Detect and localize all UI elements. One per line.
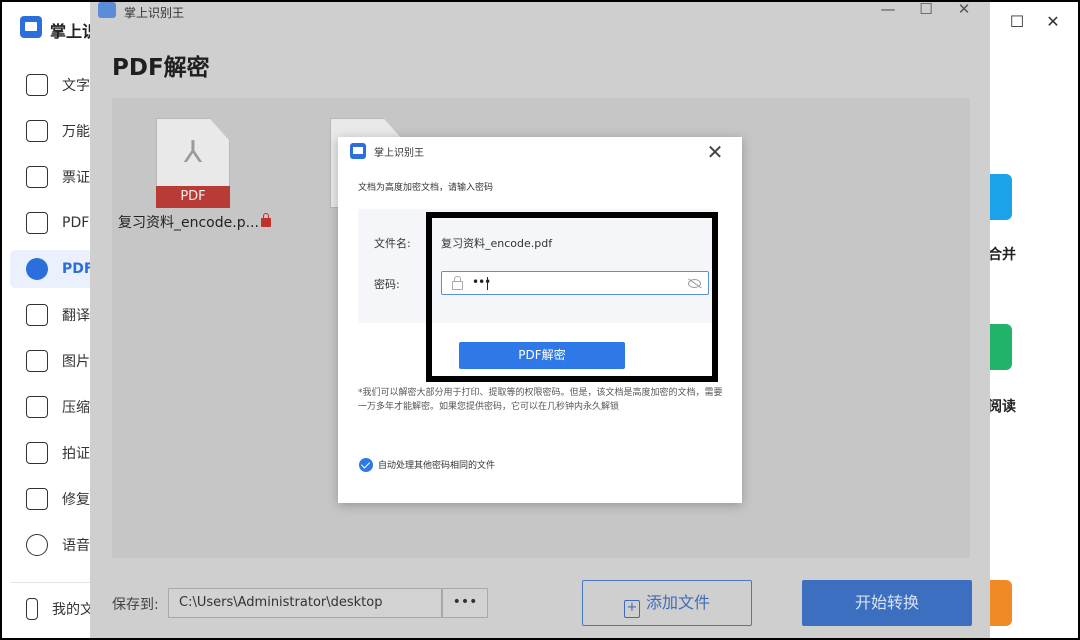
text-icon: [26, 74, 48, 96]
save-path-field[interactable]: C:\Users\Administrator\desktop: [168, 588, 442, 618]
sidebar-item-label: PDF: [62, 215, 90, 231]
translate-tool-icon[interactable]: [990, 580, 1012, 626]
file-name: 复习资料_encode.p...: [118, 212, 271, 232]
file-item[interactable]: ⅄ PDF 复习资料_encode.p...: [118, 98, 271, 231]
app-logo-icon: [98, 2, 116, 18]
sidebar-item-label: 拍证: [62, 446, 90, 462]
pdf-window-titlebar: 掌上识别王 — ☐ ✕: [90, 2, 990, 24]
maximize-icon[interactable]: ☐: [914, 2, 938, 22]
pdf-acrobat-icon: [26, 258, 48, 280]
password-form: 文件名: 复习资料_encode.pdf 密码: •••: [358, 209, 716, 323]
start-convert-button[interactable]: 开始转换: [802, 580, 972, 626]
app-logo-icon: [20, 16, 42, 38]
pdf-window-title: 掌上识别王: [124, 6, 185, 20]
password-dialog: 掌上识别王 ✕ 文档为高度加密文档，请输入密码 文件名: 复习资料_encode…: [338, 137, 742, 503]
auto-process-checkbox[interactable]: [359, 458, 373, 472]
audio-icon: [26, 534, 48, 556]
tools-panel: 合并 阅读: [988, 134, 1060, 454]
minimize-icon[interactable]: —: [876, 2, 900, 22]
dialog-title: 掌上识别王: [374, 148, 424, 159]
repair-icon: [26, 488, 48, 510]
ticket-icon: [26, 166, 48, 188]
decrypt-note: *我们可以解密大部分用于打印、提取等的权限密码。但是，该文档是高度加密的文档，需…: [358, 388, 723, 412]
compress-icon: [26, 396, 48, 418]
lock-icon: [260, 213, 271, 227]
file-type-band: PDF: [156, 186, 230, 208]
sidebar-item-label: PDF: [62, 261, 94, 277]
sidebar-item-label: 我的文: [52, 602, 94, 618]
text-caret: [487, 277, 488, 290]
sidebar-item-label: 文字: [62, 78, 90, 94]
tool-label: 阅读: [988, 399, 1016, 415]
file-name-text: 复习资料_encode.p...: [118, 215, 259, 231]
sidebar-item-text[interactable]: 文字: [10, 66, 94, 104]
sidebar-item-audio[interactable]: 语音: [10, 526, 94, 564]
scan-icon: [26, 120, 48, 142]
close-icon[interactable]: ✕: [704, 141, 726, 163]
image-icon: [26, 350, 48, 372]
read-icon[interactable]: [990, 324, 1012, 370]
browse-button[interactable]: •••: [442, 588, 488, 618]
sidebar-item-pdf[interactable]: PDF: [10, 204, 94, 242]
password-label: 密码:: [374, 278, 400, 291]
sidebar-item-label: 翻译: [62, 308, 90, 324]
filename-label: 文件名:: [374, 237, 411, 250]
sidebar-item-label: 语音: [62, 538, 90, 554]
sidebar-item-label: 压缩: [62, 400, 90, 416]
sidebar-item-my-files[interactable]: 我的文: [10, 590, 94, 628]
sidebar: 文字 万能 票证 PDF PDF 翻译 图片 压缩 拍证 修复 语音 我的文: [2, 54, 94, 638]
sidebar-item-repair[interactable]: 修复: [10, 480, 94, 518]
lock-icon: [452, 276, 463, 290]
close-icon[interactable]: ✕: [1040, 10, 1066, 34]
dialog-hint: 文档为高度加密文档，请输入密码: [358, 183, 494, 193]
sidebar-item-compress[interactable]: 压缩: [10, 388, 94, 426]
sidebar-divider: [10, 582, 94, 583]
tool-label: 合并: [988, 247, 1016, 263]
filename-value: 复习资料_encode.pdf: [441, 237, 553, 250]
sidebar-item-label: 图片: [62, 354, 90, 370]
sidebar-item-id-photo[interactable]: 拍证: [10, 434, 94, 472]
close-icon[interactable]: ✕: [952, 2, 976, 22]
sidebar-item-label: 万能: [62, 124, 90, 140]
save-to-label: 保存到:: [112, 597, 159, 613]
sidebar-item-translate[interactable]: 翻译: [10, 296, 94, 334]
merge-icon[interactable]: [990, 174, 1012, 220]
translate-icon: [26, 304, 48, 326]
decrypt-button[interactable]: PDF解密: [459, 342, 625, 369]
password-input[interactable]: •••: [441, 271, 709, 295]
add-file-button[interactable]: + 添加文件: [582, 580, 752, 626]
sidebar-item-ticket[interactable]: 票证: [10, 158, 94, 196]
acrobat-icon: ⅄: [183, 135, 203, 170]
add-file-label: 添加文件: [645, 593, 710, 612]
sidebar-item-label: 修复: [62, 492, 90, 508]
screen: 掌上识 ☐ ✕ 文字 万能 票证 PDF PDF 翻译 图片 压缩 拍证 修复 …: [2, 2, 1078, 638]
id-photo-icon: [26, 442, 48, 464]
tools-panel-2: [990, 538, 1060, 638]
sidebar-item-scan[interactable]: 万能: [10, 112, 94, 150]
sidebar-item-image[interactable]: 图片: [10, 342, 94, 380]
maximize-icon[interactable]: ☐: [1004, 10, 1030, 34]
sidebar-item-pdf-active[interactable]: PDF: [10, 250, 94, 288]
eye-off-icon[interactable]: [688, 279, 701, 288]
sidebar-item-label: 票证: [62, 170, 90, 186]
page-title: PDF解密: [112, 55, 210, 81]
document-icon: [26, 598, 38, 620]
app-logo-icon: [350, 143, 366, 159]
auto-process-label[interactable]: 自动处理其他密码相同的文件: [378, 458, 495, 471]
add-file-icon: +: [623, 600, 640, 618]
pdf-icon: [26, 212, 48, 234]
